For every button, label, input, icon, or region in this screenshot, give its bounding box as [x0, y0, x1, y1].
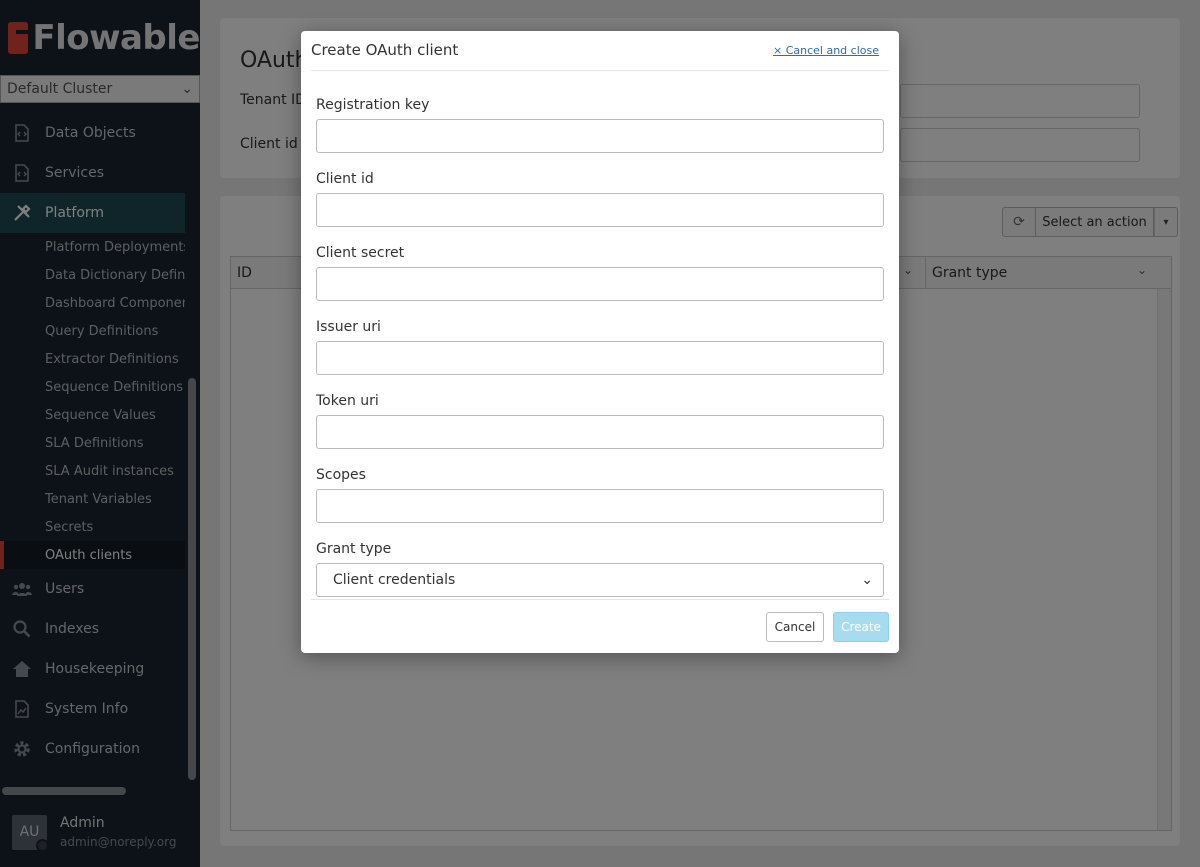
- registration-key-label: Registration key: [316, 97, 430, 113]
- grant-type-label: Grant type: [316, 541, 392, 557]
- scopes-input[interactable]: [316, 489, 884, 523]
- client-id-field: Client id: [316, 171, 884, 227]
- client-secret-input[interactable]: [316, 267, 884, 301]
- scopes-field: Scopes: [316, 467, 884, 523]
- grant-type-select[interactable]: Client credentials ⌄: [316, 563, 884, 597]
- chevron-down-icon: ⌄: [861, 572, 873, 588]
- modal-title: Create OAuth client: [311, 41, 459, 59]
- modal-header: Create OAuth client × Cancel and close: [311, 31, 889, 71]
- grant-type-value: Client credentials: [333, 572, 456, 588]
- cancel-and-close-link[interactable]: × Cancel and close: [773, 44, 879, 57]
- issuer-uri-input[interactable]: [316, 341, 884, 375]
- client-secret-field: Client secret: [316, 245, 884, 301]
- client-secret-label: Client secret: [316, 245, 405, 261]
- create-button[interactable]: Create: [833, 612, 889, 642]
- create-oauth-client-dialog: Create OAuth client × Cancel and close R…: [301, 31, 899, 653]
- token-uri-label: Token uri: [316, 393, 379, 409]
- token-uri-input[interactable]: [316, 415, 884, 449]
- client-id-label: Client id: [316, 171, 374, 187]
- scopes-label: Scopes: [316, 467, 366, 483]
- client-id-input[interactable]: [316, 193, 884, 227]
- registration-key-input[interactable]: [316, 119, 884, 153]
- grant-type-field: Grant type Client credentials ⌄: [316, 541, 884, 597]
- cancel-button[interactable]: Cancel: [766, 612, 824, 642]
- registration-key-field: Registration key: [316, 97, 884, 153]
- issuer-uri-label: Issuer uri: [316, 319, 381, 335]
- issuer-uri-field: Issuer uri: [316, 319, 884, 375]
- modal-footer-divider: [311, 599, 889, 600]
- token-uri-field: Token uri: [316, 393, 884, 449]
